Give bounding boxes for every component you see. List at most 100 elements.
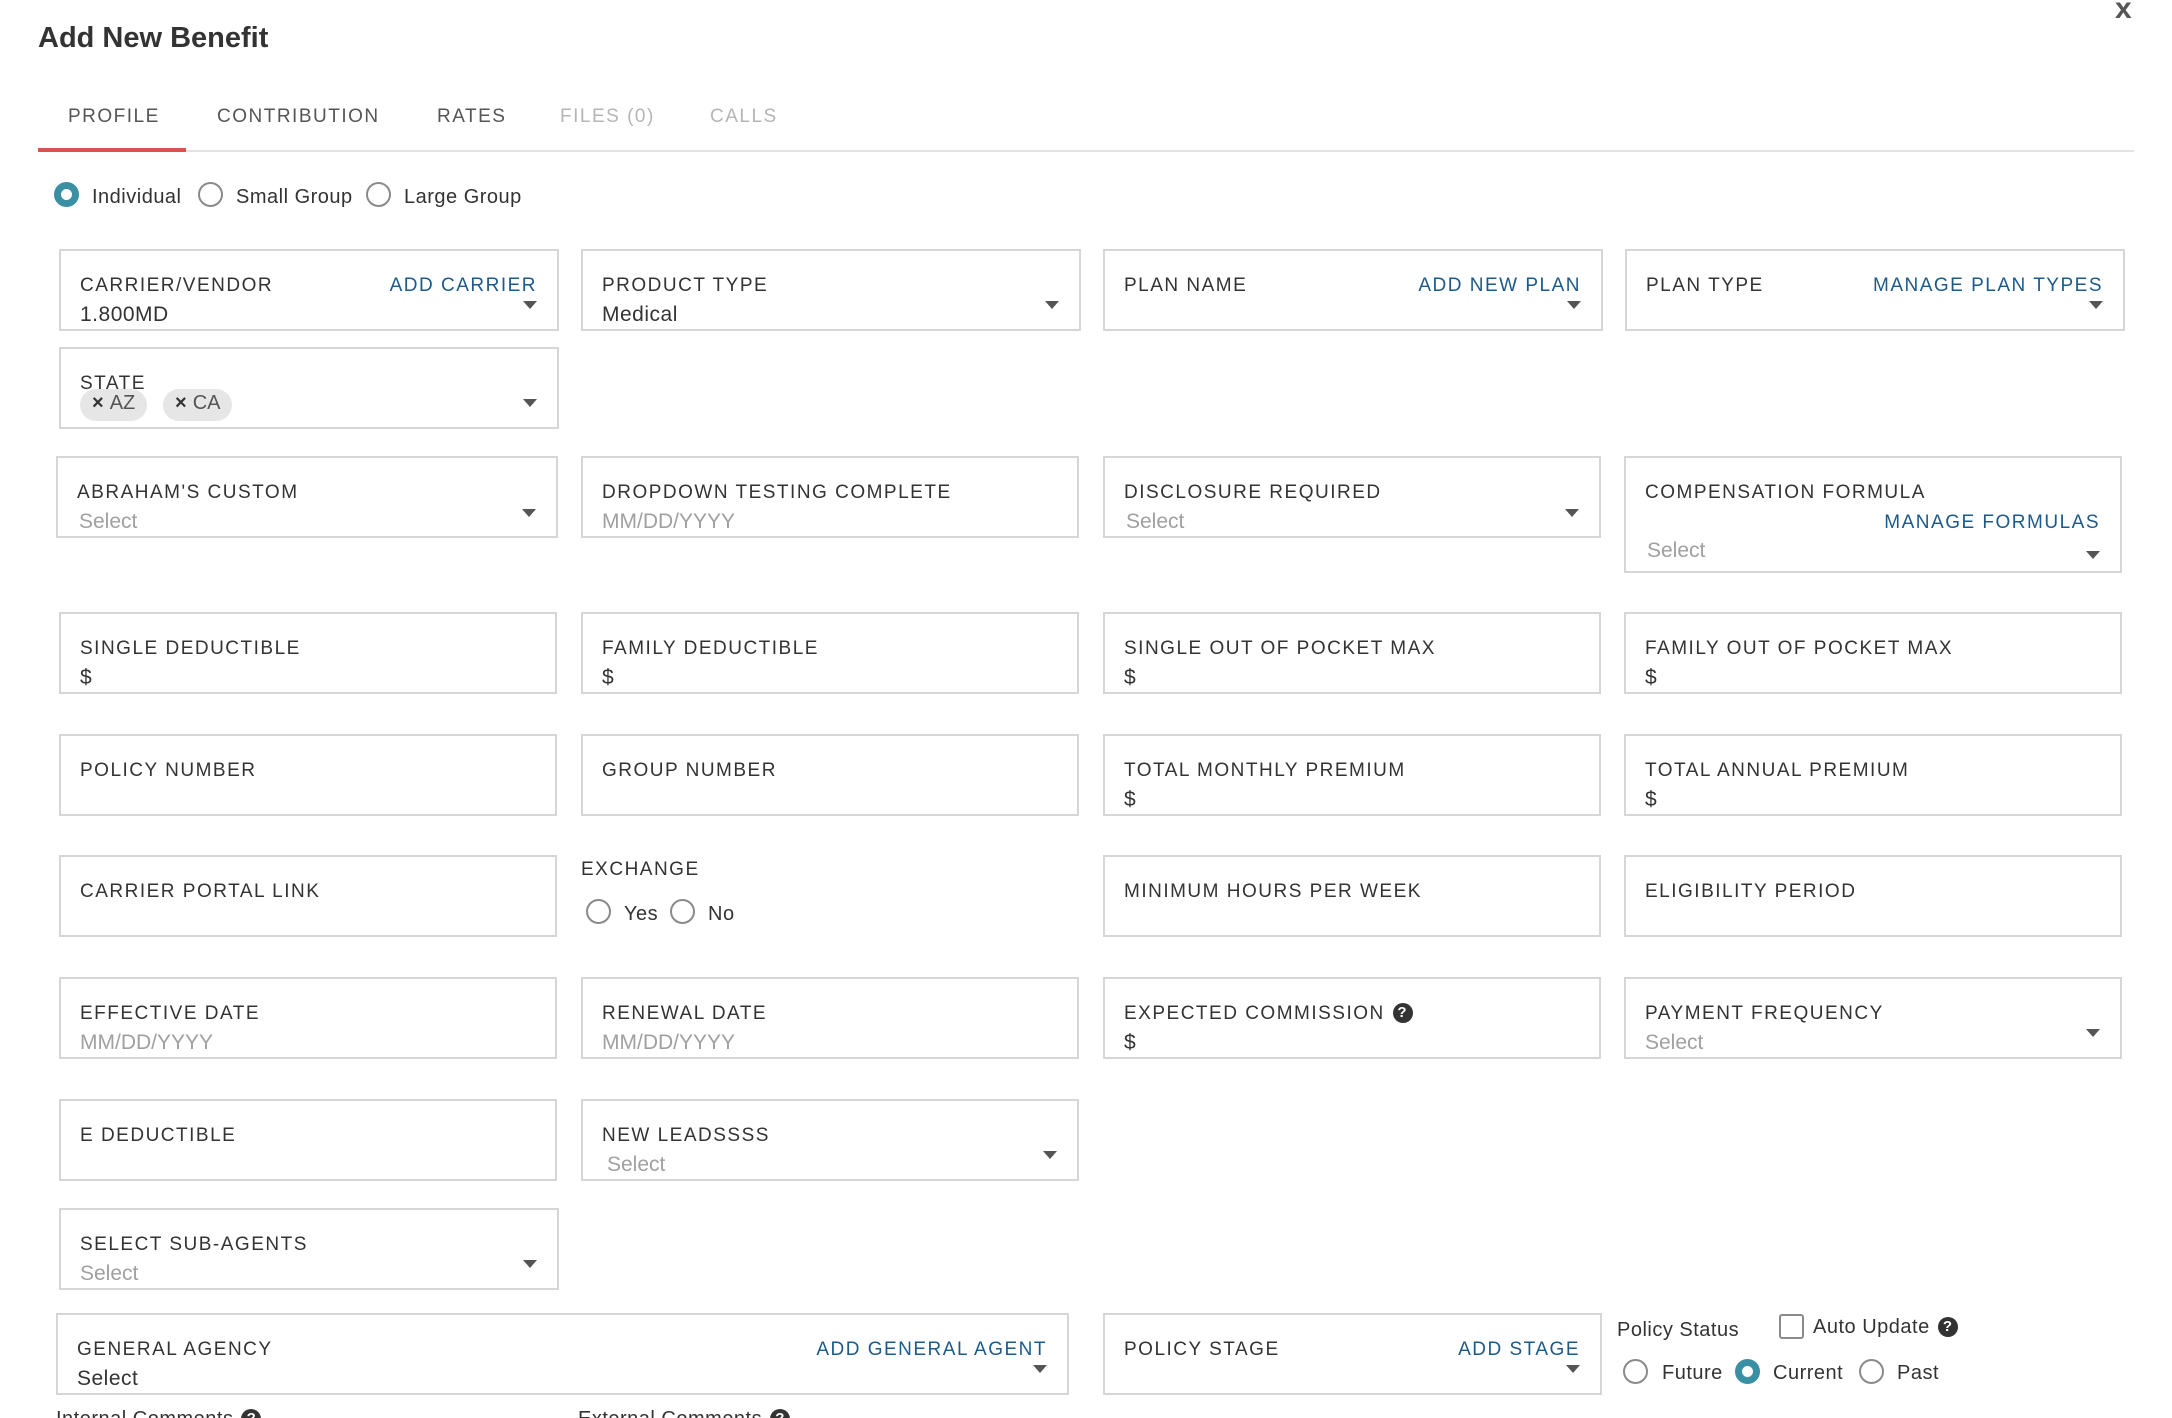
state-tag[interactable]: × AZ [80,389,148,421]
manage-formulas-link[interactable]: MANAGE FORMULAS [1884,512,2100,534]
chevron-down-icon[interactable] [1045,301,1059,309]
radio-policy-status-future[interactable] [1623,1359,1648,1384]
help-icon[interactable]: ? [770,1409,791,1418]
effective-date-input[interactable]: EFFECTIVE DATE MM/DD/YYYY [59,977,557,1059]
tab-bar: PROFILE CONTRIBUTION RATES FILES (0) CAL… [38,96,2134,152]
single-oop-max-input[interactable]: SINGLE OUT OF POCKET MAX $ [1103,612,1601,694]
help-icon[interactable]: ? [1392,1003,1413,1023]
plan-type-select[interactable]: PLAN TYPE MANAGE PLAN TYPES [1625,249,2125,331]
expected-commission-input[interactable]: EXPECTED COMMISSION? $ [1103,977,1601,1059]
chevron-down-icon[interactable] [1566,1365,1580,1373]
currency-prefix: $ [1124,1031,1137,1054]
product-type-select[interactable]: PRODUCT TYPE Medical [581,249,1081,331]
compensation-formula-select[interactable]: COMPENSATION FORMULA MANAGE FORMULAS Sel… [1624,456,2122,573]
help-icon[interactable]: ? [241,1409,262,1418]
add-carrier-link[interactable]: ADD CARRIER [390,275,537,297]
abrahams-custom-placeholder: Select [79,510,138,533]
currency-prefix: $ [1124,788,1137,811]
compensation-formula-placeholder: Select [1647,539,1706,562]
radio-policy-status-past[interactable] [1859,1359,1884,1384]
help-icon[interactable]: ? [1937,1317,1958,1337]
tab-files[interactable]: FILES (0) [560,106,655,128]
dropdown-testing-label: DROPDOWN TESTING COMPLETE [602,482,952,503]
total-monthly-premium-input[interactable]: TOTAL MONTHLY PREMIUM $ [1103,734,1601,816]
remove-tag-icon[interactable]: × [175,392,187,414]
radio-small-group[interactable] [198,182,223,207]
chevron-down-icon[interactable] [1043,1151,1057,1159]
disclosure-required-label: DISCLOSURE REQUIRED [1124,482,1382,503]
effective-date-placeholder: MM/DD/YYYY [80,1031,214,1054]
chevron-down-icon[interactable] [2089,301,2103,309]
sub-agents-select[interactable]: SELECT SUB-AGENTS Select [59,1208,559,1290]
chevron-down-icon[interactable] [523,1260,537,1268]
external-comments-label: External Comments? [578,1408,791,1418]
carrier-vendor-select[interactable]: CARRIER/VENDOR ADD CARRIER 1.800MD [59,249,559,331]
new-leads-label: NEW LEADSSSS [602,1125,770,1146]
carrier-portal-link-input[interactable]: CARRIER PORTAL LINK [59,855,557,937]
e-deductible-label: E DEDUCTIBLE [80,1125,237,1146]
chevron-down-icon[interactable] [2086,551,2100,559]
effective-date-label: EFFECTIVE DATE [80,1003,261,1024]
state-tag[interactable]: × CA [163,389,233,421]
total-annual-premium-label: TOTAL ANNUAL PREMIUM [1645,760,1910,781]
manage-plan-types-link[interactable]: MANAGE PLAN TYPES [1873,275,2103,297]
general-agency-select[interactable]: GENERAL AGENCY ADD GENERAL AGENT Select [56,1313,1069,1395]
plan-type-label: PLAN TYPE [1646,275,1764,296]
dropdown-testing-date-input[interactable]: DROPDOWN TESTING COMPLETE MM/DD/YYYY [581,456,1079,538]
family-deductible-input[interactable]: FAMILY DEDUCTIBLE $ [581,612,1079,694]
add-stage-link[interactable]: ADD STAGE [1458,1339,1580,1361]
close-icon[interactable]: x [2115,0,2132,26]
tab-contribution[interactable]: CONTRIBUTION [217,106,380,128]
add-general-agent-link[interactable]: ADD GENERAL AGENT [816,1339,1047,1361]
radio-future-label: Future [1662,1362,1723,1384]
state-multiselect[interactable]: STATE × AZ × CA [59,347,559,429]
auto-update-checkbox[interactable] [1779,1314,1804,1339]
payment-frequency-select[interactable]: PAYMENT FREQUENCY Select [1624,977,2122,1059]
minimum-hours-input[interactable]: MINIMUM HOURS PER WEEK [1103,855,1601,937]
sub-agents-label: SELECT SUB-AGENTS [80,1234,308,1255]
policy-stage-select[interactable]: POLICY STAGE ADD STAGE [1103,1313,1602,1395]
renewal-date-input[interactable]: RENEWAL DATE MM/DD/YYYY [581,977,1079,1059]
tab-calls[interactable]: CALLS [710,106,778,128]
plan-name-select[interactable]: PLAN NAME ADD NEW PLAN [1103,249,1603,331]
sub-agents-placeholder: Select [80,1262,139,1285]
currency-prefix: $ [1124,666,1137,689]
state-tag-label: AZ [109,392,136,414]
renewal-date-placeholder: MM/DD/YYYY [602,1031,736,1054]
add-new-plan-link[interactable]: ADD NEW PLAN [1418,275,1581,297]
carrier-value: 1.800MD [80,303,169,326]
radio-individual[interactable] [54,182,79,207]
radio-large-group-label: Large Group [404,186,522,208]
tab-profile[interactable]: PROFILE [68,106,160,128]
radio-large-group[interactable] [366,182,391,207]
chevron-down-icon[interactable] [522,509,536,517]
chevron-down-icon[interactable] [2086,1029,2100,1037]
remove-tag-icon[interactable]: × [92,392,104,414]
chevron-down-icon[interactable] [523,301,537,309]
radio-policy-status-current[interactable] [1735,1359,1760,1384]
renewal-date-label: RENEWAL DATE [602,1003,768,1024]
abrahams-custom-select[interactable]: ABRAHAM'S CUSTOM Select [56,456,558,538]
single-deductible-input[interactable]: SINGLE DEDUCTIBLE $ [59,612,557,694]
chevron-down-icon[interactable] [1033,1365,1047,1373]
eligibility-period-input[interactable]: ELIGIBILITY PERIOD [1624,855,2122,937]
chevron-down-icon[interactable] [1567,301,1581,309]
chevron-down-icon[interactable] [1565,509,1579,517]
e-deductible-input[interactable]: E DEDUCTIBLE [59,1099,557,1181]
tab-rates[interactable]: RATES [437,106,506,128]
total-annual-premium-input[interactable]: TOTAL ANNUAL PREMIUM $ [1624,734,2122,816]
chevron-down-icon[interactable] [523,399,537,407]
single-oop-max-label: SINGLE OUT OF POCKET MAX [1124,638,1436,659]
policy-number-label: POLICY NUMBER [80,760,257,781]
carrier-label: CARRIER/VENDOR [80,275,274,296]
radio-exchange-no[interactable] [670,899,695,924]
radio-exchange-yes[interactable] [586,899,611,924]
new-leads-select[interactable]: NEW LEADSSSS Select [581,1099,1079,1181]
policy-number-input[interactable]: POLICY NUMBER [59,734,557,816]
new-leads-placeholder: Select [607,1153,666,1176]
expected-commission-label-text: EXPECTED COMMISSION [1124,1003,1385,1024]
family-oop-max-input[interactable]: FAMILY OUT OF POCKET MAX $ [1624,612,2122,694]
group-number-input[interactable]: GROUP NUMBER [581,734,1079,816]
product-type-value: Medical [602,303,678,326]
disclosure-required-select[interactable]: DISCLOSURE REQUIRED Select [1103,456,1601,538]
